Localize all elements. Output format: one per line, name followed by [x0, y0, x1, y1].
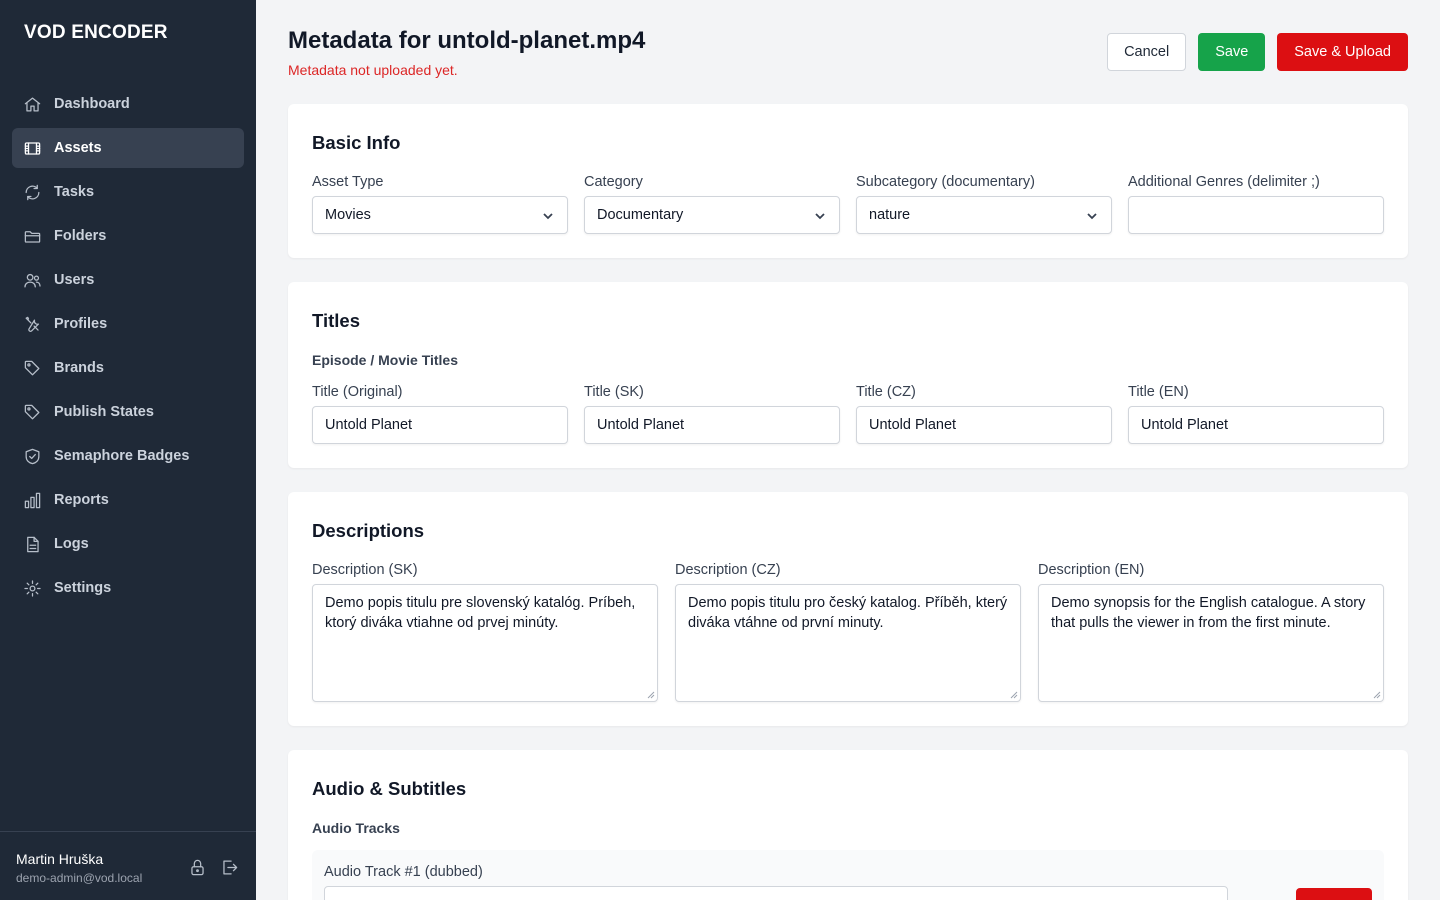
header-actions: Cancel Save Save & Upload: [1107, 33, 1408, 71]
title-original-label: Title (Original): [312, 384, 403, 400]
chevron-down-icon: [813, 209, 827, 223]
sidebar-item-label: Dashboard: [54, 96, 130, 112]
remove-track-button[interactable]: [1296, 888, 1372, 900]
title-sk-input[interactable]: Untold Planet: [584, 406, 840, 444]
users-icon: [22, 270, 42, 290]
upload-status: Metadata not uploaded yet.: [288, 62, 458, 78]
sidebar-item-brands[interactable]: Brands: [12, 348, 244, 388]
sidebar-item-label: Assets: [54, 140, 102, 156]
textarea-value: Demo synopsis for the English catalogue.…: [1051, 595, 1366, 631]
genres-label: Additional Genres (delimiter ;): [1128, 174, 1320, 190]
card-title: Titles: [312, 310, 360, 331]
sidebar-item-label: Publish States: [54, 404, 154, 420]
logout-icon[interactable]: [218, 856, 240, 878]
title-en-label: Title (EN): [1128, 384, 1189, 400]
select-value: Documentary: [597, 207, 684, 223]
sidebar-item-reports[interactable]: Reports: [12, 480, 244, 520]
tag-icon: [22, 402, 42, 422]
asset-type-label: Asset Type: [312, 174, 384, 190]
sidebar-item-settings[interactable]: Settings: [12, 568, 244, 608]
sidebar-item-label: Profiles: [54, 316, 108, 332]
sidebar-item-tasks[interactable]: Tasks: [12, 172, 244, 212]
subcategory-label: Subcategory (documentary): [856, 174, 1035, 190]
home-icon: [22, 94, 42, 114]
sidebar-item-label: Semaphore Badges: [54, 448, 190, 464]
description-sk-textarea[interactable]: Demo popis titulu pre slovenský katalóg.…: [312, 584, 658, 702]
cancel-button[interactable]: Cancel: [1107, 33, 1187, 71]
bar-chart-icon: [22, 490, 42, 510]
save-upload-button[interactable]: Save & Upload: [1277, 33, 1408, 71]
audio-track-input[interactable]: [324, 886, 1228, 900]
audio-track-panel: Audio Track #1 (dubbed): [312, 850, 1384, 900]
folder-icon: [22, 226, 42, 246]
basic-info-card: Basic Info Asset Type Movies Category Do…: [288, 104, 1408, 258]
titles-card: Titles Episode / Movie Titles Title (Ori…: [288, 282, 1408, 468]
resize-handle-icon[interactable]: [646, 690, 655, 699]
tag-icon: [22, 358, 42, 378]
sidebar-item-label: Brands: [54, 360, 104, 376]
film-icon: [22, 138, 42, 158]
gear-icon: [22, 578, 42, 598]
user-panel: Martin Hruška demo-admin@vod.local: [0, 831, 256, 900]
sidebar-item-dashboard[interactable]: Dashboard: [12, 84, 244, 124]
user-email: demo-admin@vod.local: [16, 871, 143, 885]
sidebar-item-users[interactable]: Users: [12, 260, 244, 300]
sidebar-item-semaphore-badges[interactable]: Semaphore Badges: [12, 436, 244, 476]
card-title: Descriptions: [312, 520, 425, 541]
title-cz-input[interactable]: Untold Planet: [856, 406, 1112, 444]
audio-tracks-subhead: Audio Tracks: [312, 820, 400, 836]
document-icon: [22, 534, 42, 554]
textarea-value: Demo popis titulu pro český katalog. Pří…: [688, 595, 1008, 631]
sidebar-item-label: Users: [54, 272, 95, 288]
title-en-input[interactable]: Untold Planet: [1128, 406, 1384, 444]
sidebar-item-assets[interactable]: Assets: [12, 128, 244, 168]
description-en-textarea[interactable]: Demo synopsis for the English catalogue.…: [1038, 584, 1384, 702]
chevron-down-icon: [541, 209, 555, 223]
sidebar-nav: Dashboard Assets Tasks Folders Users Pro…: [12, 84, 244, 612]
description-sk-label: Description (SK): [312, 562, 418, 578]
title-sk-label: Title (SK): [584, 384, 644, 400]
asset-type-select[interactable]: Movies: [312, 196, 568, 234]
lock-icon[interactable]: [186, 856, 208, 878]
subcategory-select[interactable]: nature: [856, 196, 1112, 234]
audio-subtitles-card: Audio & Subtitles Audio Tracks Audio Tra…: [288, 750, 1408, 900]
sidebar-item-label: Reports: [54, 492, 109, 508]
sidebar-item-label: Folders: [54, 228, 107, 244]
sidebar-item-label: Settings: [54, 580, 112, 596]
refresh-icon: [22, 182, 42, 202]
sidebar-item-label: Tasks: [54, 184, 95, 200]
save-button[interactable]: Save: [1198, 33, 1266, 71]
sidebar-item-profiles[interactable]: Profiles: [12, 304, 244, 344]
shield-icon: [22, 446, 42, 466]
description-cz-label: Description (CZ): [675, 562, 781, 578]
resize-handle-icon[interactable]: [1372, 690, 1381, 699]
user-actions: [186, 856, 240, 878]
genres-input[interactable]: [1128, 196, 1384, 234]
page-title: Metadata for untold-planet.mp4: [288, 27, 646, 54]
textarea-value: Demo popis titulu pre slovenský katalóg.…: [325, 595, 636, 631]
sidebar-item-label: Logs: [54, 536, 89, 552]
select-value: Movies: [325, 207, 371, 223]
card-title: Audio & Subtitles: [312, 778, 467, 799]
title-original-input[interactable]: Untold Planet: [312, 406, 568, 444]
resize-handle-icon[interactable]: [1009, 690, 1018, 699]
app-brand: VOD ENCODER: [24, 22, 168, 43]
audio-track-label: Audio Track #1 (dubbed): [324, 864, 483, 880]
title-cz-label: Title (CZ): [856, 384, 916, 400]
category-label: Category: [584, 174, 643, 190]
tools-icon: [22, 314, 42, 334]
chevron-down-icon: [1085, 209, 1099, 223]
sidebar-item-publish-states[interactable]: Publish States: [12, 392, 244, 432]
category-select[interactable]: Documentary: [584, 196, 840, 234]
description-en-label: Description (EN): [1038, 562, 1145, 578]
sidebar-item-logs[interactable]: Logs: [12, 524, 244, 564]
user-name: Martin Hruška: [16, 851, 104, 867]
card-title: Basic Info: [312, 132, 401, 153]
titles-subhead: Episode / Movie Titles: [312, 352, 459, 368]
descriptions-card: Descriptions Description (SK) Demo popis…: [288, 492, 1408, 726]
select-value: nature: [869, 207, 911, 223]
sidebar-item-folders[interactable]: Folders: [12, 216, 244, 256]
sidebar: VOD ENCODER Dashboard Assets Tasks Folde…: [0, 0, 256, 900]
description-cz-textarea[interactable]: Demo popis titulu pro český katalog. Pří…: [675, 584, 1021, 702]
